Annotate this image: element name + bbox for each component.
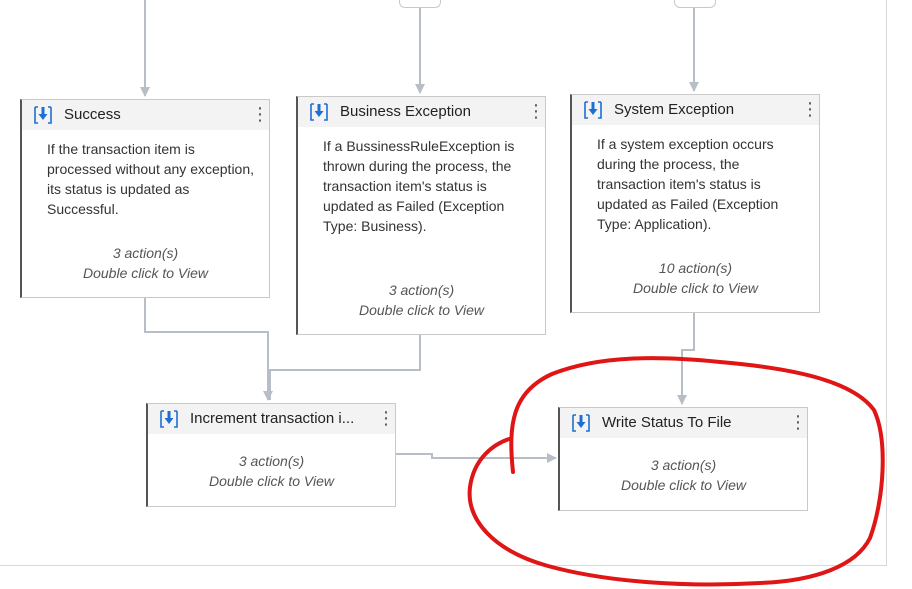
state-success[interactable]: Success ⋮ If the transaction item is pro…	[20, 99, 270, 298]
state-summary: 3 action(s) Double click to View	[298, 280, 545, 320]
view-hint: Double click to View	[620, 477, 747, 493]
action-count: 3 action(s)	[650, 457, 717, 473]
state-write-status[interactable]: Write Status To File ⋮ 3 action(s) Doubl…	[558, 407, 808, 511]
action-count: 3 action(s)	[238, 453, 305, 469]
sequence-download-icon	[584, 101, 602, 119]
state-machine-canvas[interactable]: Success ⋮ If the transaction item is pro…	[0, 0, 912, 589]
transition-line	[144, 297, 273, 401]
sequence-download-icon	[572, 414, 590, 432]
more-vertical-icon[interactable]: ⋮	[527, 101, 545, 123]
state-title: System Exception	[614, 101, 735, 118]
action-count: 3 action(s)	[388, 282, 455, 298]
state-description: If a system exception occurs during the …	[597, 136, 779, 232]
action-count: 3 action(s)	[112, 245, 179, 261]
state-title: Write Status To File	[602, 414, 732, 431]
transition-line	[269, 334, 421, 400]
more-vertical-icon[interactable]: ⋮	[377, 408, 395, 430]
sequence-download-icon	[34, 106, 52, 124]
state-title: Success	[64, 106, 121, 123]
state-title: Business Exception	[340, 103, 471, 120]
more-vertical-icon[interactable]: ⋮	[251, 104, 269, 126]
state-increment-transaction[interactable]: Increment transaction i... ⋮ 3 action(s)…	[146, 403, 396, 507]
view-hint: Double click to View	[358, 302, 485, 318]
more-vertical-icon[interactable]: ⋮	[801, 99, 819, 121]
state-title: Increment transaction i...	[190, 410, 355, 427]
state-business-exception[interactable]: Business Exception ⋮ If a BussinessRuleE…	[296, 96, 546, 335]
state-description: If a BussinessRuleException is thrown du…	[323, 138, 515, 234]
sequence-download-icon	[310, 103, 328, 121]
view-hint: Double click to View	[208, 473, 335, 489]
canvas-border-bottom	[0, 565, 887, 566]
state-summary: 3 action(s) Double click to View	[560, 455, 807, 495]
canvas-border-right	[886, 0, 887, 566]
resize-grip-icon[interactable]: ⋰	[855, 546, 869, 560]
sequence-download-icon	[160, 410, 178, 428]
state-summary: 10 action(s) Double click to View	[572, 258, 819, 298]
state-summary: 3 action(s) Double click to View	[22, 243, 269, 283]
state-description: If the transaction item is processed wit…	[47, 141, 255, 217]
transition-line	[677, 313, 695, 405]
state-summary: 3 action(s) Double click to View	[148, 451, 395, 491]
more-vertical-icon[interactable]: ⋮	[789, 412, 807, 434]
state-system-exception[interactable]: System Exception ⋮ If a system exception…	[570, 94, 820, 313]
view-hint: Double click to View	[82, 265, 209, 281]
transition-line	[396, 453, 557, 463]
action-count: 10 action(s)	[658, 260, 733, 276]
view-hint: Double click to View	[632, 280, 759, 296]
